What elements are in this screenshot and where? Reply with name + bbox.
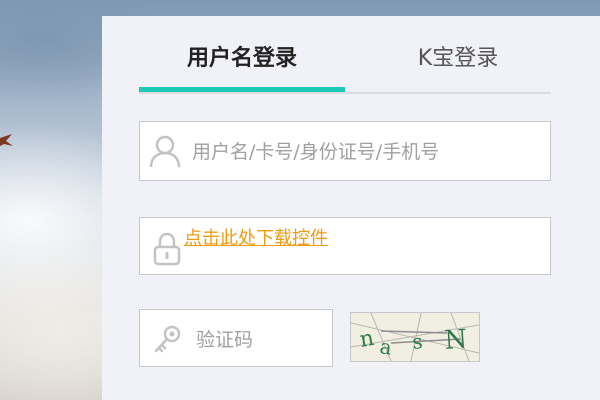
key-icon — [152, 324, 184, 360]
bird-silhouette — [0, 134, 13, 146]
username-field[interactable] — [139, 121, 551, 181]
tab-username-login[interactable]: 用户名登录 — [139, 42, 345, 92]
lock-icon — [152, 232, 182, 270]
download-control-link[interactable]: 点击此处下载控件 — [184, 224, 328, 250]
captcha-input[interactable] — [194, 322, 328, 358]
username-input[interactable] — [190, 134, 544, 170]
login-panel: 用户名登录 K宝登录 点击此处下载控件 — [102, 16, 600, 400]
captcha-image[interactable]: n a s N — [350, 312, 480, 362]
captcha-field[interactable] — [139, 309, 333, 367]
svg-text:N: N — [443, 324, 468, 356]
user-icon — [148, 134, 182, 172]
password-field: 点击此处下载控件 — [139, 217, 551, 275]
login-tabs: 用户名登录 K宝登录 — [139, 42, 551, 94]
tab-kbao-login[interactable]: K宝登录 — [383, 42, 533, 90]
